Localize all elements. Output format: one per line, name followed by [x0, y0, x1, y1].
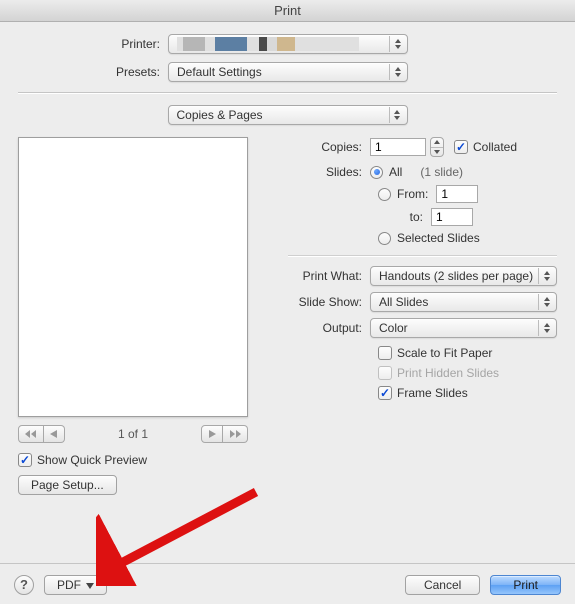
divider: [288, 255, 557, 256]
frame-slides-checkbox[interactable]: [378, 386, 392, 400]
output-value: Color: [379, 321, 408, 335]
print-button[interactable]: Print: [490, 575, 561, 595]
printer-select[interactable]: [168, 34, 408, 54]
preview-column: 1 of 1 Show Quick Preview Page Setup...: [18, 137, 268, 495]
collated-label: Collated: [473, 140, 517, 154]
first-page-button[interactable]: [18, 425, 44, 443]
output-label: Output:: [288, 321, 370, 335]
slides-from-label: From:: [397, 187, 428, 201]
slides-from-input[interactable]: [436, 185, 478, 203]
print-what-value: Handouts (2 slides per page): [379, 269, 533, 283]
page-setup-button[interactable]: Page Setup...: [18, 475, 117, 495]
presets-value: Default Settings: [177, 65, 262, 79]
pdf-menu-button[interactable]: PDF: [44, 575, 107, 595]
next-page-button[interactable]: [201, 425, 223, 443]
updown-icon: [538, 294, 554, 310]
show-quick-preview-checkbox[interactable]: [18, 453, 32, 467]
updown-icon: [389, 107, 405, 123]
printer-name-redacted: [177, 37, 359, 51]
printer-label: Printer:: [18, 37, 168, 51]
scale-to-fit-label: Scale to Fit Paper: [397, 346, 492, 360]
cancel-button[interactable]: Cancel: [405, 575, 480, 595]
print-hidden-label: Print Hidden Slides: [397, 366, 499, 380]
print-hidden-checkbox: [378, 366, 392, 380]
presets-select[interactable]: Default Settings: [168, 62, 408, 82]
help-button[interactable]: ?: [14, 575, 34, 595]
slides-all-radio[interactable]: [370, 166, 383, 179]
presets-label: Presets:: [18, 65, 168, 79]
divider: [18, 92, 557, 93]
slides-selected-label: Selected Slides: [397, 231, 480, 245]
triangle-down-icon: [86, 578, 94, 592]
window-title: Print: [0, 0, 575, 22]
slides-to-label: to:: [397, 210, 431, 224]
settings-column: Copies: Collated Slides: All (1 slide) F…: [288, 137, 557, 406]
last-page-button[interactable]: [223, 425, 248, 443]
page-indicator: 1 of 1: [73, 427, 193, 441]
copies-input[interactable]: [370, 138, 426, 156]
slide-show-label: Slide Show:: [288, 295, 370, 309]
updown-icon: [389, 36, 405, 52]
slides-to-input[interactable]: [431, 208, 473, 226]
updown-icon: [538, 320, 554, 336]
slides-all-hint: (1 slide): [420, 165, 463, 179]
output-select[interactable]: Color: [370, 318, 557, 338]
copies-stepper[interactable]: [430, 137, 444, 157]
slides-label: Slides:: [288, 165, 370, 179]
section-value: Copies & Pages: [177, 108, 263, 122]
section-select[interactable]: Copies & Pages: [168, 105, 408, 125]
frame-slides-label: Frame Slides: [397, 386, 468, 400]
updown-icon: [389, 64, 405, 80]
slides-selected-radio[interactable]: [378, 232, 391, 245]
print-what-select[interactable]: Handouts (2 slides per page): [370, 266, 557, 286]
slide-show-select[interactable]: All Slides: [370, 292, 557, 312]
updown-icon: [538, 268, 554, 284]
prev-page-button[interactable]: [44, 425, 65, 443]
collated-checkbox[interactable]: [454, 140, 468, 154]
print-what-label: Print What:: [288, 269, 370, 283]
slide-show-value: All Slides: [379, 295, 428, 309]
scale-to-fit-checkbox[interactable]: [378, 346, 392, 360]
slides-all-label: All: [389, 165, 402, 179]
show-quick-preview-label: Show Quick Preview: [37, 453, 147, 467]
copies-label: Copies:: [288, 140, 370, 154]
slides-from-radio[interactable]: [378, 188, 391, 201]
print-preview: [18, 137, 248, 417]
